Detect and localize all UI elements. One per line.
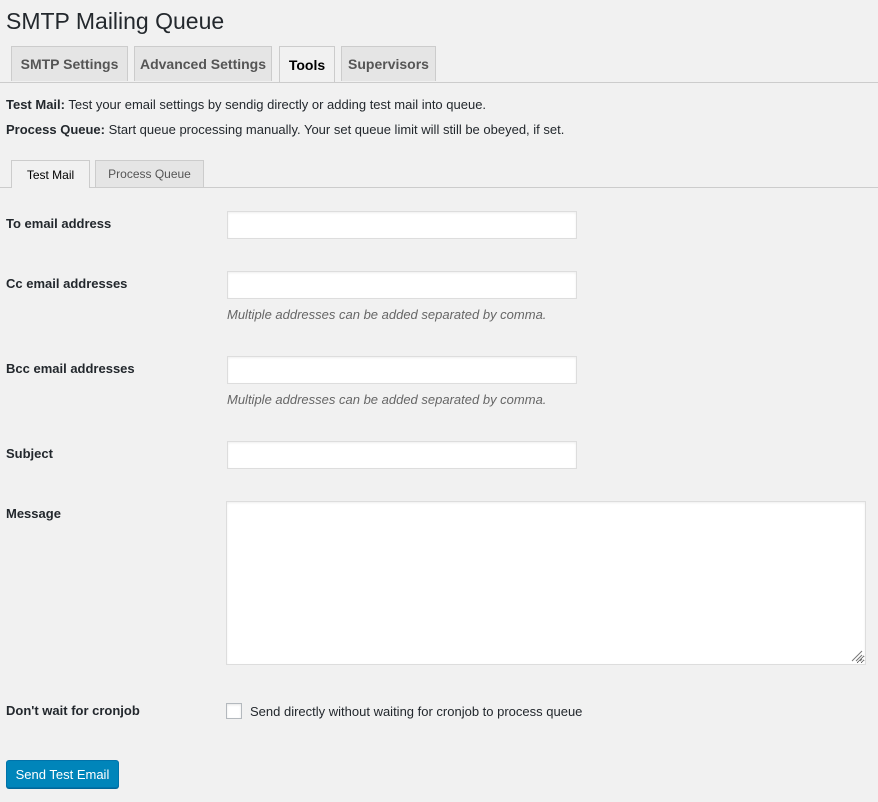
tab-smtp-settings[interactable]: SMTP Settings [11, 46, 128, 81]
intro-process-queue-title: Process Queue: [6, 122, 105, 137]
main-nav-tabs: SMTP Settings Advanced Settings Tools Su… [0, 46, 878, 83]
send-directly-checkbox[interactable] [226, 703, 242, 719]
message-textarea[interactable] [226, 501, 866, 665]
dont-wait-label: Don't wait for cronjob [6, 703, 140, 718]
intro-test-mail: Test Mail: Test your email settings by s… [6, 97, 486, 112]
tab-tools[interactable]: Tools [279, 46, 335, 82]
subject-input[interactable] [227, 441, 577, 469]
subtab-process-queue[interactable]: Process Queue [95, 160, 204, 187]
send-test-email-button[interactable]: Send Test Email [6, 760, 119, 788]
tab-advanced-settings[interactable]: Advanced Settings [134, 46, 272, 81]
to-email-input[interactable] [227, 211, 577, 239]
intro-test-mail-title: Test Mail: [6, 97, 65, 112]
cc-email-description: Multiple addresses can be added separate… [227, 307, 547, 322]
bcc-email-description: Multiple addresses can be added separate… [227, 392, 547, 407]
subtab-test-mail[interactable]: Test Mail [11, 160, 90, 188]
to-email-label: To email address [6, 216, 112, 231]
cc-email-input[interactable] [227, 271, 577, 299]
tab-supervisors[interactable]: Supervisors [341, 46, 436, 81]
intro-process-queue-text: Start queue processing manually. Your se… [105, 122, 565, 137]
message-label: Message [6, 506, 61, 521]
bcc-email-input[interactable] [227, 356, 577, 384]
resize-grip-icon[interactable] [849, 648, 863, 662]
intro-test-mail-text: Test your email settings by sendig direc… [65, 97, 487, 112]
bcc-email-label: Bcc email addresses [6, 361, 135, 376]
intro-process-queue: Process Queue: Start queue processing ma… [6, 122, 564, 137]
page-title: SMTP Mailing Queue [6, 8, 225, 34]
sub-tabs: Test Mail Process Queue [0, 160, 878, 188]
send-directly-checkbox-label[interactable]: Send directly without waiting for cronjo… [250, 704, 582, 719]
subject-label: Subject [6, 446, 53, 461]
cc-email-label: Cc email addresses [6, 276, 128, 291]
